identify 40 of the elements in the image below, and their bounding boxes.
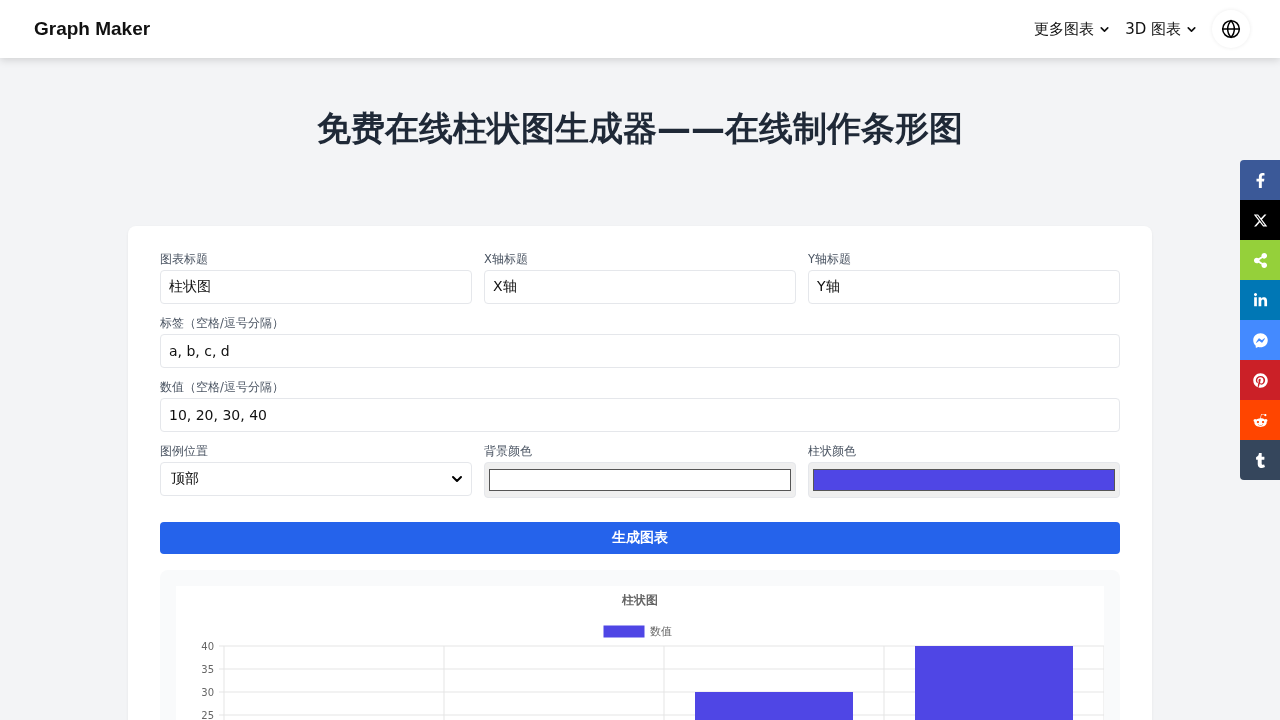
field-label: 数值（空格/逗号分隔）	[160, 380, 285, 395]
brand-logo[interactable]: Graph Maker	[34, 18, 151, 40]
share-button[interactable]	[1240, 160, 1280, 200]
field-label: 图例位置	[160, 444, 209, 459]
page-title: 免费在线柱状图生成器——在线制作条形图	[316, 107, 964, 150]
field-label: 柱状颜色	[808, 444, 857, 459]
reddit-icon	[1252, 412, 1268, 428]
field-label: 标签（空格/逗号分隔）	[160, 316, 285, 331]
y-tick-label: 30	[201, 686, 214, 698]
nav-menu[interactable]: 3D 图表	[1125, 19, 1198, 39]
globe-icon	[1221, 19, 1241, 39]
legend-item: 数值	[603, 625, 672, 638]
share-button[interactable]	[1240, 200, 1280, 240]
y-tick-label: 35	[201, 663, 214, 675]
text-field[interactable]: X轴	[484, 270, 796, 304]
text-field[interactable]: 柱状图	[160, 270, 472, 304]
y-tick-label: 25	[201, 709, 214, 720]
share-button[interactable]	[1240, 360, 1280, 400]
field-label: X轴标题	[484, 252, 529, 267]
color-picker[interactable]	[808, 462, 1120, 498]
text-field[interactable]: 10, 20, 30, 40	[160, 398, 1120, 432]
chart-title: 柱状图	[622, 593, 658, 607]
field-label: 图表标题	[160, 252, 209, 267]
nav-menu[interactable]: 更多图表	[1034, 19, 1112, 39]
color-picker[interactable]	[484, 462, 796, 498]
field-label: 背景颜色	[484, 444, 533, 459]
text-field[interactable]: a, b, c, d	[160, 334, 1120, 368]
x-icon	[1252, 212, 1268, 228]
linkedin-icon	[1252, 292, 1268, 308]
y-tick-label: 40	[201, 640, 214, 652]
pinterest-icon	[1252, 372, 1268, 388]
share-button[interactable]	[1240, 440, 1280, 480]
language-button[interactable]	[1212, 10, 1250, 48]
text-field[interactable]: Y轴	[808, 270, 1120, 304]
messenger-icon	[1252, 332, 1268, 348]
legend-label: 数值	[650, 625, 672, 638]
share-icon	[1252, 252, 1268, 268]
select-field[interactable]: 顶部	[160, 462, 472, 496]
generate-button[interactable]: 生成图表	[160, 522, 1120, 554]
field-label: Y轴标题	[808, 252, 853, 267]
